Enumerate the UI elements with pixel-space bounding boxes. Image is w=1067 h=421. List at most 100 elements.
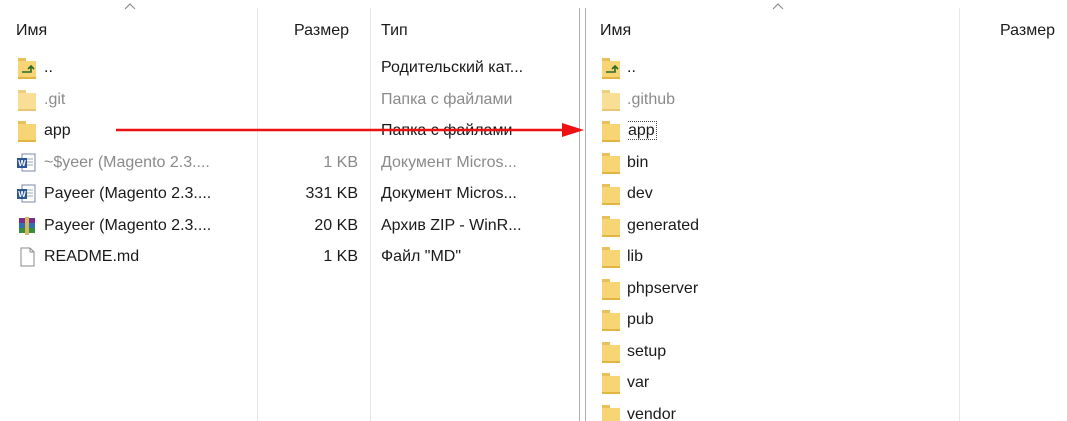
name-cell: .git [44, 86, 254, 114]
column-header-size[interactable]: Размер [1000, 22, 1055, 40]
name-cell: bin [627, 149, 947, 177]
file-row[interactable]: vendor [590, 401, 1067, 421]
name-cell: Payeer (Magento 2.3.... [44, 212, 254, 240]
file-type: Архив ZIP - WinR... [381, 216, 522, 234]
name-cell: dev [627, 180, 947, 208]
folder-icon [16, 89, 38, 111]
folder-icon [600, 121, 622, 142]
folder-icon [600, 373, 622, 394]
folder-icon [600, 310, 622, 331]
file-name: .. [44, 59, 53, 76]
folder-icon [600, 278, 622, 300]
left-file-pane[interactable]: Имя Размер Тип .. Родительский кат... .git… [0, 0, 576, 421]
name-cell: var [627, 369, 947, 397]
name-cell: README.md [44, 243, 254, 271]
folder-icon [600, 247, 622, 268]
file-type: Папка с файлами [381, 90, 513, 108]
file-size [258, 86, 358, 114]
file-row[interactable]: setup [590, 338, 1067, 366]
file-row[interactable]: pub [590, 306, 1067, 334]
name-cell: ~$yeer (Magento 2.3.... [44, 149, 254, 177]
file-size [258, 117, 358, 145]
file-row[interactable]: .github [590, 86, 1067, 114]
folder-icon [600, 215, 622, 237]
winrar-archive-icon [16, 216, 38, 236]
file-name: ~$yeer (Magento 2.3.... [44, 153, 210, 171]
file-row[interactable]: app [590, 117, 1067, 145]
svg-text:W: W [18, 159, 26, 168]
sort-ascending-icon [124, 2, 136, 10]
right-file-pane[interactable]: Имя Размер .. .github app bin dev generated li… [590, 0, 1067, 421]
file-name: generated [627, 216, 700, 234]
parent-folder-icon [16, 58, 38, 79]
name-cell: .. [44, 54, 254, 82]
file-row[interactable]: .. [590, 54, 1067, 82]
column-header-name[interactable]: Имя [600, 22, 631, 40]
name-cell: setup [627, 338, 947, 366]
name-cell: Payeer (Magento 2.3.... [44, 180, 254, 208]
file-name: setup [627, 342, 667, 360]
word-doc-icon: W [16, 184, 38, 204]
name-cell: generated [627, 212, 947, 240]
file-name: phpserver [627, 279, 699, 297]
file-name: .github [627, 90, 676, 108]
file-name: vendor [627, 405, 676, 421]
file-size: 1 KB [323, 248, 358, 265]
name-cell: .. [627, 54, 947, 82]
file-name: app [44, 122, 71, 139]
folder-icon [16, 121, 38, 142]
file-row[interactable]: app Папка с файлами [0, 117, 576, 145]
file-type: Документ Micros... [381, 153, 517, 171]
file-type: Файл "MD" [381, 248, 462, 265]
word-doc-icon: W [16, 153, 38, 173]
file-name: lib [627, 248, 644, 265]
name-cell: .github [627, 86, 947, 114]
name-cell: app [627, 117, 947, 145]
file-row[interactable]: .. Родительский кат... [0, 54, 576, 82]
file-name: .. [627, 59, 636, 76]
file-type: Документ Micros... [381, 185, 517, 202]
sort-ascending-icon [772, 2, 784, 10]
name-cell: lib [627, 243, 947, 271]
file-size [258, 54, 358, 82]
file-name: var [627, 374, 650, 391]
file-name: Payeer (Magento 2.3.... [44, 185, 212, 202]
name-cell: vendor [627, 401, 947, 421]
file-size: 331 KB [305, 185, 358, 202]
file-name: .git [44, 90, 66, 108]
file-row[interactable]: W ~$yeer (Magento 2.3.... 1 KB Документ Mic… [0, 149, 576, 177]
file-icon [16, 247, 38, 267]
folder-icon [600, 184, 622, 205]
file-size: 20 KB [314, 216, 358, 234]
folder-icon [600, 341, 622, 363]
file-name: Payeer (Magento 2.3.... [44, 216, 212, 234]
file-name: pub [627, 311, 654, 328]
file-row[interactable]: phpserver [590, 275, 1067, 303]
file-row[interactable]: .git Папка с файлами [0, 86, 576, 114]
column-header-name[interactable]: Имя [16, 22, 47, 40]
file-name: app [627, 121, 657, 140]
file-row[interactable]: W Payeer (Magento 2.3.... 331 KB Документ M… [0, 180, 576, 208]
file-type: Родительский кат... [381, 59, 524, 76]
column-header-type[interactable]: Тип [381, 22, 408, 40]
name-cell: app [44, 117, 254, 145]
folder-icon [600, 404, 622, 421]
file-name: dev [627, 185, 653, 202]
file-name: bin [627, 153, 649, 171]
folder-icon [600, 152, 622, 174]
column-header-size[interactable]: Размер [294, 22, 349, 40]
parent-folder-icon [600, 58, 622, 79]
file-row[interactable]: var [590, 369, 1067, 397]
name-cell: pub [627, 306, 947, 334]
folder-icon [600, 89, 622, 111]
file-row[interactable]: README.md 1 KB Файл "MD" [0, 243, 576, 271]
file-row[interactable]: bin [590, 149, 1067, 177]
file-row[interactable]: lib [590, 243, 1067, 271]
file-row[interactable]: dev [590, 180, 1067, 208]
file-row[interactable]: generated [590, 212, 1067, 240]
file-type: Папка с файлами [381, 122, 513, 139]
svg-text:W: W [18, 190, 26, 199]
name-cell: phpserver [627, 275, 947, 303]
pane-splitter[interactable] [576, 0, 590, 421]
file-row[interactable]: Payeer (Magento 2.3.... 20 KB Архив ZIP - … [0, 212, 576, 240]
